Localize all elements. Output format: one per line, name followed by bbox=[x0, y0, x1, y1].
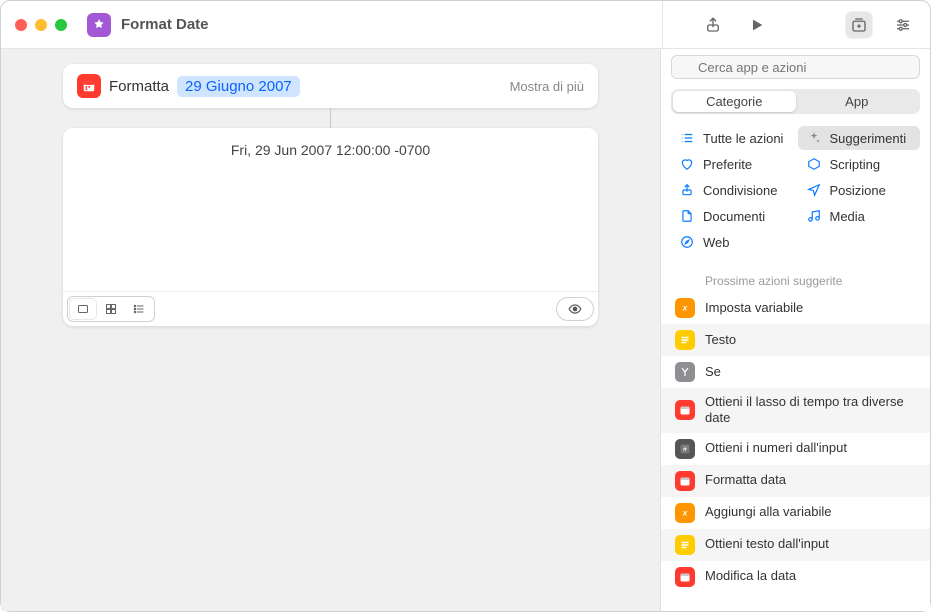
result-preview: Fri, 29 Jun 2007 12:00:00 -0700 bbox=[63, 128, 598, 326]
category-label: Tutte le azioni bbox=[703, 131, 783, 146]
suggestion-item[interactable]: x Aggiungi alla variabile bbox=[661, 497, 930, 529]
quicklook-button[interactable] bbox=[556, 297, 594, 321]
tab-apps[interactable]: App bbox=[796, 91, 919, 112]
search-row bbox=[661, 49, 930, 83]
window-title: Format Date bbox=[121, 16, 209, 33]
location-icon bbox=[806, 182, 822, 198]
app-window: Format Date Formatta bbox=[0, 0, 931, 612]
≡-icon bbox=[675, 330, 695, 350]
suggestion-label: Formatta data bbox=[705, 472, 786, 488]
x-icon: x bbox=[675, 503, 695, 523]
category-all-actions[interactable]: Tutte le azioni bbox=[671, 126, 794, 150]
suggestion-label: Ottieni il lasso di tempo tra diverse da… bbox=[705, 394, 916, 427]
suggestion-item[interactable]: Ottieni il lasso di tempo tra diverse da… bbox=[661, 388, 930, 433]
category-location[interactable]: Posizione bbox=[798, 178, 921, 202]
safari-icon bbox=[679, 234, 695, 250]
category-web[interactable]: Web bbox=[671, 230, 794, 254]
cal-icon bbox=[675, 400, 695, 420]
category-label: Media bbox=[830, 209, 865, 224]
≡-icon bbox=[675, 535, 695, 555]
close-icon[interactable] bbox=[15, 19, 27, 31]
category-media[interactable]: Media bbox=[798, 204, 921, 228]
category-scripting[interactable]: Scripting bbox=[798, 152, 921, 176]
suggestion-label: Ottieni i numeri dall'input bbox=[705, 440, 847, 456]
category-label: Documenti bbox=[703, 209, 765, 224]
cal-icon bbox=[675, 567, 695, 587]
suggestion-label: Modifica la data bbox=[705, 568, 796, 584]
sparkle-icon bbox=[806, 130, 822, 146]
category-label: Condivisione bbox=[703, 183, 777, 198]
settings-button[interactable] bbox=[890, 12, 916, 38]
suggestions-list: x Imposta variabile Testo Se Ottieni il lass… bbox=[661, 292, 930, 593]
scripting-icon bbox=[806, 156, 822, 172]
view-mode-segmented bbox=[67, 296, 155, 322]
shortcut-app-icon bbox=[87, 13, 111, 37]
library-sidebar: Categorie App Tutte le azioni Suggerimen… bbox=[660, 49, 930, 611]
run-button[interactable] bbox=[744, 12, 770, 38]
suggestion-label: Ottieni testo dall'input bbox=[705, 536, 829, 552]
category-label: Scripting bbox=[830, 157, 881, 172]
view-grid-button[interactable] bbox=[98, 299, 124, 319]
category-sharing[interactable]: Condivisione bbox=[671, 178, 794, 202]
category-label: Posizione bbox=[830, 183, 886, 198]
view-list-button[interactable] bbox=[126, 299, 152, 319]
#-icon: # bbox=[675, 439, 695, 459]
traffic-lights bbox=[15, 19, 67, 31]
category-suggestions[interactable]: Suggerimenti bbox=[798, 126, 921, 150]
titlebar: Format Date bbox=[1, 1, 930, 49]
titlebar-actions bbox=[700, 12, 916, 38]
action-date-token[interactable]: 29 Giugno 2007 bbox=[177, 76, 300, 97]
suggestion-item[interactable]: # Ottieni i numeri dall'input bbox=[661, 433, 930, 465]
content-area: Formatta 29 Giugno 2007 Mostra di più Fr… bbox=[1, 49, 930, 611]
action-name: Formatta bbox=[109, 78, 169, 95]
suggestion-item[interactable]: Testo bbox=[661, 324, 930, 356]
tab-categories[interactable]: Categorie bbox=[673, 91, 796, 112]
category-label: Web bbox=[703, 235, 730, 250]
category-grid: Tutte le azioni Suggerimenti Preferite S… bbox=[661, 120, 930, 264]
share-button[interactable] bbox=[700, 12, 726, 38]
view-single-button[interactable] bbox=[70, 299, 96, 319]
result-toolbar bbox=[63, 291, 598, 326]
category-label: Preferite bbox=[703, 157, 752, 172]
library-tabs: Categorie App bbox=[671, 89, 920, 114]
action-connector bbox=[330, 108, 331, 128]
suggestion-item[interactable]: Ottieni testo dall'input bbox=[661, 529, 930, 561]
category-documents[interactable]: Documenti bbox=[671, 204, 794, 228]
action-format-date[interactable]: Formatta 29 Giugno 2007 Mostra di più bbox=[63, 64, 598, 108]
music-icon bbox=[806, 208, 822, 224]
show-more-button[interactable]: Mostra di più bbox=[510, 79, 584, 94]
workflow-editor[interactable]: Formatta 29 Giugno 2007 Mostra di più Fr… bbox=[1, 49, 660, 611]
Y-icon bbox=[675, 362, 695, 382]
heart-icon bbox=[679, 156, 695, 172]
svg-text:x: x bbox=[682, 304, 688, 313]
search-input[interactable] bbox=[671, 55, 920, 79]
suggestion-item[interactable]: Modifica la data bbox=[661, 561, 930, 593]
suggestion-item[interactable]: x Imposta variabile bbox=[661, 292, 930, 324]
suggestion-label: Testo bbox=[705, 332, 736, 348]
category-label: Suggerimenti bbox=[830, 131, 907, 146]
share-icon bbox=[679, 182, 695, 198]
cal-icon bbox=[675, 471, 695, 491]
suggestion-item[interactable]: Se bbox=[661, 356, 930, 388]
svg-text:x: x bbox=[682, 508, 688, 517]
library-button[interactable] bbox=[846, 12, 872, 38]
suggestion-label: Aggiungi alla variabile bbox=[705, 504, 831, 520]
category-favorites[interactable]: Preferite bbox=[671, 152, 794, 176]
titlebar-divider bbox=[662, 1, 663, 49]
document-icon bbox=[679, 208, 695, 224]
minimize-icon[interactable] bbox=[35, 19, 47, 31]
suggestion-label: Imposta variabile bbox=[705, 300, 803, 316]
x-icon: x bbox=[675, 298, 695, 318]
calendar-icon bbox=[77, 74, 101, 98]
suggestion-label: Se bbox=[705, 364, 721, 380]
svg-text:#: # bbox=[683, 446, 687, 453]
zoom-icon[interactable] bbox=[55, 19, 67, 31]
suggestions-header: Prossime azioni suggerite bbox=[661, 264, 930, 292]
suggestion-item[interactable]: Formatta data bbox=[661, 465, 930, 497]
list-icon bbox=[679, 130, 695, 146]
result-text: Fri, 29 Jun 2007 12:00:00 -0700 bbox=[63, 128, 598, 172]
